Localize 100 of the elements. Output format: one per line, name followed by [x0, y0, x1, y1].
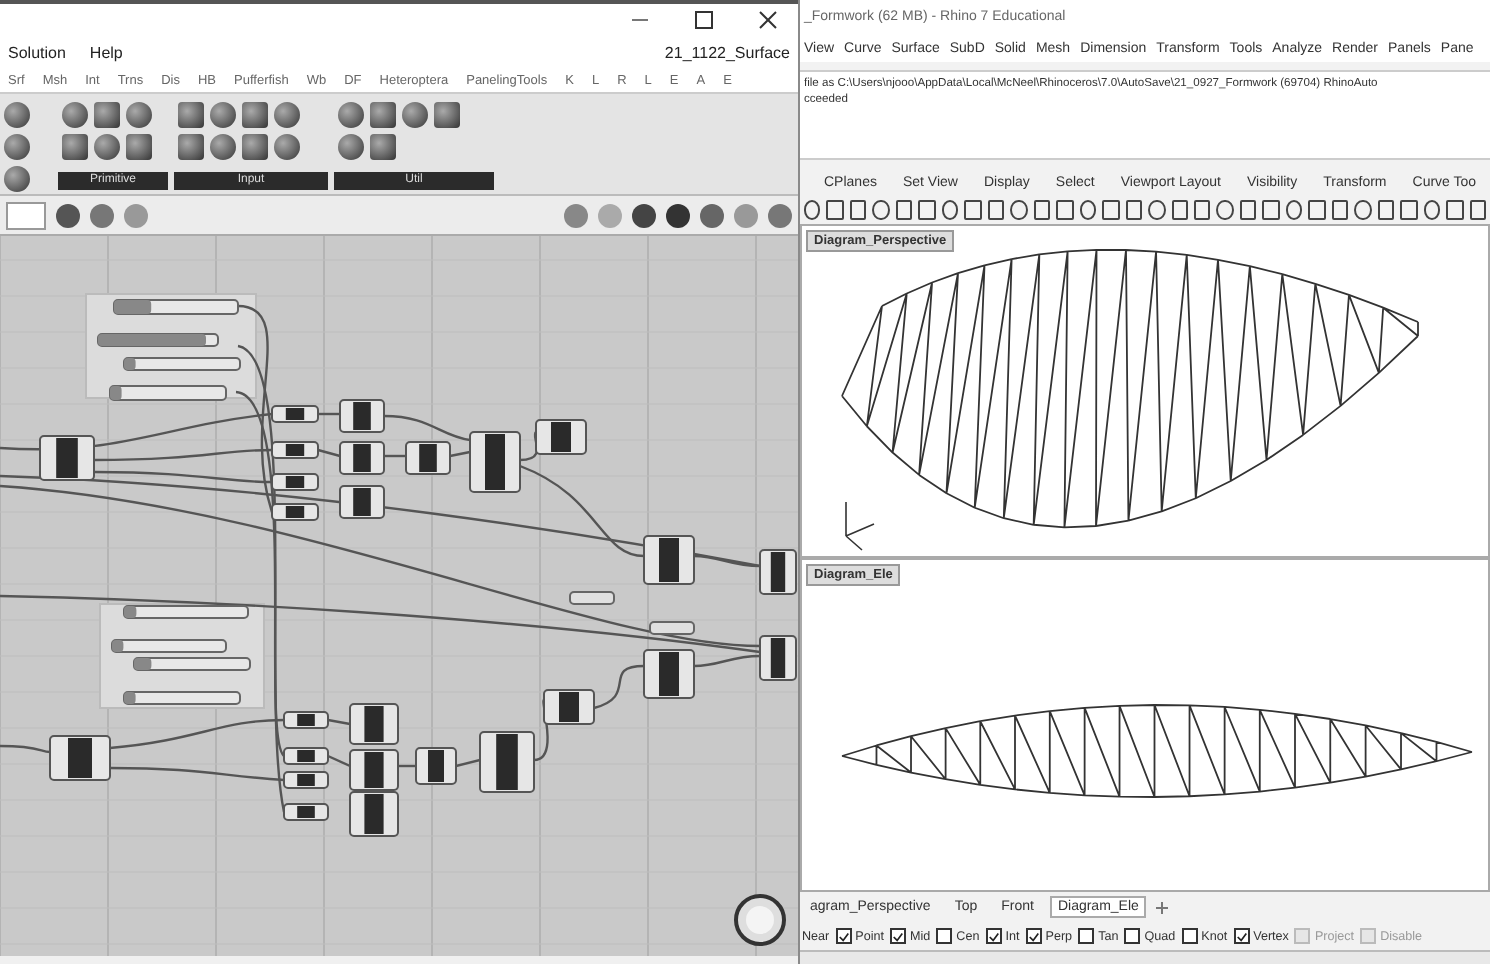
number-slider[interactable]	[123, 691, 241, 706]
tool-icon[interactable]	[1354, 199, 1372, 220]
slider-fill[interactable]	[124, 692, 136, 705]
number-slider[interactable]	[113, 299, 239, 316]
tool-icon[interactable]	[1033, 199, 1051, 220]
component-icon[interactable]	[126, 134, 152, 161]
checkbox[interactable]	[835, 928, 852, 945]
slider-fill[interactable]	[112, 640, 124, 653]
tool-icon[interactable]	[987, 199, 1005, 220]
component-node[interactable]	[339, 441, 385, 476]
maximize-icon[interactable]	[694, 10, 714, 31]
component-icon[interactable]	[62, 134, 88, 161]
display-mode-icon[interactable]	[700, 203, 724, 228]
number-slider[interactable]	[123, 357, 241, 372]
tool-icon[interactable]	[1010, 199, 1028, 220]
checkbox[interactable]	[890, 928, 907, 945]
component-node[interactable]	[405, 441, 451, 476]
component-node[interactable]	[349, 791, 399, 838]
tool-icon[interactable]	[1262, 199, 1280, 220]
component-icon[interactable]	[62, 102, 88, 129]
parameter-node[interactable]	[569, 591, 615, 606]
component-icon[interactable]	[370, 102, 396, 129]
checkbox[interactable]	[1181, 928, 1198, 945]
component-node[interactable]	[643, 535, 695, 586]
tool-icon[interactable]	[1148, 199, 1165, 220]
component-icon[interactable]	[370, 134, 396, 161]
slider-fill[interactable]	[124, 606, 137, 619]
tool-icon[interactable]	[918, 199, 936, 220]
tool-icon[interactable]	[1377, 199, 1395, 220]
tool-icon[interactable]	[1469, 199, 1487, 220]
component-node[interactable]	[283, 771, 329, 790]
component-icon[interactable]	[178, 102, 204, 129]
component-icon[interactable]	[242, 134, 268, 161]
component-node[interactable]	[271, 405, 319, 424]
component-icon[interactable]	[4, 102, 30, 129]
menu-item[interactable]: Solution	[8, 44, 66, 63]
slider-fill[interactable]	[114, 300, 152, 315]
tool-icon[interactable]	[1239, 199, 1257, 220]
component-node[interactable]	[759, 549, 797, 596]
tool-icon[interactable]	[849, 199, 867, 220]
component-node[interactable]	[283, 803, 329, 822]
component-icon[interactable]	[402, 102, 428, 129]
slider-fill[interactable]	[124, 358, 136, 371]
close-icon[interactable]	[758, 10, 778, 31]
component-icon[interactable]	[338, 134, 364, 161]
dropdown-field[interactable]	[6, 201, 46, 230]
number-slider[interactable]	[133, 657, 251, 672]
component-icon[interactable]	[94, 134, 120, 161]
tool-icon[interactable]	[804, 199, 821, 220]
checkbox[interactable]	[936, 928, 953, 945]
tool-icon[interactable]	[1079, 199, 1097, 220]
component-icon[interactable]	[274, 102, 300, 129]
component-icon[interactable]	[338, 102, 364, 129]
component-node[interactable]	[39, 435, 95, 482]
component-node[interactable]	[469, 431, 521, 494]
component-node[interactable]	[49, 735, 111, 782]
component-node[interactable]	[759, 635, 797, 682]
component-icon[interactable]	[210, 134, 236, 161]
tool-icon[interactable]	[1423, 199, 1441, 220]
component-node[interactable]	[283, 747, 329, 766]
checkbox[interactable]	[985, 928, 1002, 945]
component-node[interactable]	[271, 503, 319, 522]
component-node[interactable]	[415, 747, 457, 786]
component-icon[interactable]	[178, 134, 204, 161]
component-node[interactable]	[535, 419, 587, 456]
number-slider[interactable]	[109, 385, 227, 402]
tool-icon[interactable]	[1102, 199, 1120, 220]
tool-icon[interactable]	[826, 199, 844, 220]
checkbox[interactable]	[1124, 928, 1141, 945]
tool-icon[interactable]	[1400, 199, 1418, 220]
tool-icon[interactable]	[1446, 199, 1464, 220]
component-node[interactable]	[349, 703, 399, 746]
component-icon[interactable]	[274, 134, 300, 161]
add-icon[interactable]	[1154, 899, 1171, 916]
menu-item[interactable]: Help	[89, 44, 123, 63]
tool-icon[interactable]	[895, 199, 913, 220]
component-node[interactable]	[271, 441, 319, 460]
number-slider[interactable]	[111, 639, 227, 654]
node-canvas[interactable]	[0, 236, 798, 957]
slider-fill[interactable]	[98, 334, 206, 347]
tool-icon[interactable]	[1285, 199, 1303, 220]
checkbox[interactable]	[1025, 928, 1042, 945]
tool-icon[interactable]	[1171, 199, 1188, 220]
component-icon[interactable]	[210, 102, 236, 129]
component-node[interactable]	[339, 485, 385, 520]
tool-icon[interactable]	[872, 199, 890, 220]
navigation-widget-icon[interactable]	[734, 894, 786, 947]
tool-icon[interactable]	[1331, 199, 1349, 220]
component-node[interactable]	[271, 473, 319, 492]
component-icon[interactable]	[126, 102, 152, 129]
component-node[interactable]	[349, 749, 399, 792]
tool-icon[interactable]	[941, 199, 959, 220]
display-mode-icon[interactable]	[666, 203, 690, 228]
component-node[interactable]	[339, 399, 385, 434]
tool-icon[interactable]	[964, 199, 982, 220]
component-icon[interactable]	[242, 102, 268, 129]
number-slider[interactable]	[97, 333, 219, 348]
number-slider[interactable]	[123, 605, 249, 620]
component-icon[interactable]	[434, 102, 460, 129]
tool-icon[interactable]	[1216, 199, 1234, 220]
